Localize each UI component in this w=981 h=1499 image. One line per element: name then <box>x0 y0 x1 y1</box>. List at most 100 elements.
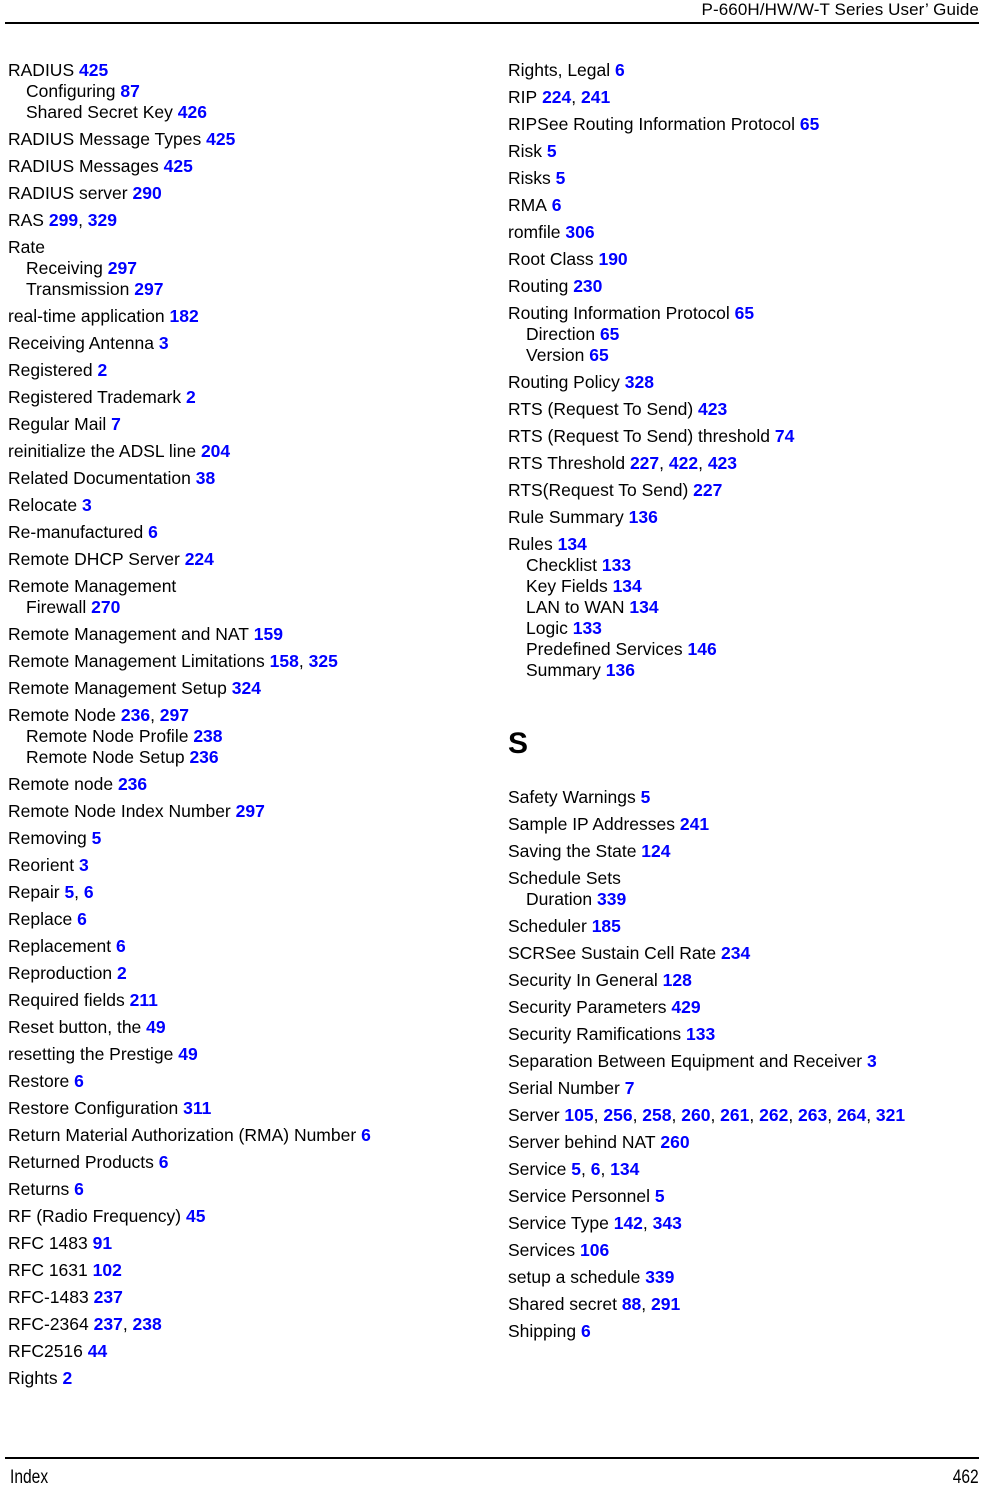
index-entry-page-numbers[interactable]: 133 <box>597 555 631 575</box>
page-number-link[interactable]: 185 <box>592 916 621 936</box>
index-entry-page-numbers[interactable]: 49 <box>173 1044 197 1064</box>
page-number-link[interactable]: 3 <box>82 495 92 515</box>
page-number-link[interactable]: 227 <box>630 453 659 473</box>
page-number-link[interactable]: 425 <box>79 60 108 80</box>
page-number-link[interactable]: 236 <box>189 747 218 767</box>
page-number-link[interactable]: 204 <box>201 441 230 461</box>
page-number-link[interactable]: 158 <box>270 651 299 671</box>
page-number-link[interactable]: 211 <box>130 990 158 1010</box>
page-number-link[interactable]: 264 <box>837 1105 866 1125</box>
index-entry-page-numbers[interactable]: 142, 343 <box>609 1213 682 1233</box>
index-entry-page-numbers[interactable]: 74 <box>770 426 794 446</box>
page-number-link[interactable]: 5 <box>655 1186 665 1206</box>
page-number-link[interactable]: 429 <box>671 997 700 1017</box>
page-number-link[interactable]: 134 <box>610 1159 639 1179</box>
index-entry-page-numbers[interactable]: 87 <box>116 81 139 101</box>
page-number-link[interactable]: 234 <box>721 943 750 963</box>
index-entry-page-numbers[interactable]: 128 <box>658 970 692 990</box>
index-entry-page-numbers[interactable]: 328 <box>620 372 654 392</box>
index-entry-page-numbers[interactable]: 6 <box>356 1125 371 1145</box>
index-entry-page-numbers[interactable]: 6 <box>69 1179 84 1199</box>
page-number-link[interactable]: 6 <box>148 522 158 542</box>
index-entry-page-numbers[interactable]: 91 <box>88 1233 112 1253</box>
index-entry-page-numbers[interactable]: 6 <box>154 1152 169 1172</box>
index-entry-page-numbers[interactable]: 102 <box>88 1260 122 1280</box>
page-number-link[interactable]: 5 <box>641 787 651 807</box>
index-entry-page-numbers[interactable]: 237 <box>89 1287 123 1307</box>
index-entry-page-numbers[interactable]: 3 <box>154 333 169 353</box>
index-entry-page-numbers[interactable]: 237, 238 <box>89 1314 162 1334</box>
index-entry-page-numbers[interactable]: 290 <box>128 183 161 203</box>
page-number-link[interactable]: 256 <box>603 1105 632 1125</box>
index-entry-page-numbers[interactable]: 190 <box>594 249 627 269</box>
index-entry-page-numbers[interactable]: 158, 325 <box>265 651 338 671</box>
page-number-link[interactable]: 311 <box>183 1098 211 1118</box>
index-entry-page-numbers[interactable]: 260 <box>656 1132 689 1152</box>
index-entry-page-numbers[interactable]: 134 <box>553 534 587 554</box>
page-number-link[interactable]: 102 <box>93 1260 122 1280</box>
page-number-link[interactable]: 136 <box>629 507 658 527</box>
page-number-link[interactable]: 236 <box>121 705 150 725</box>
page-number-link[interactable]: 105 <box>564 1105 593 1125</box>
page-number-link[interactable]: 297 <box>134 279 163 299</box>
index-entry-page-numbers[interactable]: 236 <box>113 774 147 794</box>
index-entry-page-numbers[interactable]: 38 <box>191 468 215 488</box>
page-number-link[interactable]: 45 <box>186 1206 205 1226</box>
page-number-link[interactable]: 6 <box>581 1321 591 1341</box>
page-number-link[interactable]: 65 <box>600 324 619 344</box>
index-entry-page-numbers[interactable]: 6 <box>69 1071 84 1091</box>
page-number-link[interactable]: 49 <box>146 1017 165 1037</box>
index-entry-page-numbers[interactable]: 124 <box>636 841 670 861</box>
index-entry-page-numbers[interactable]: 106 <box>575 1240 609 1260</box>
page-number-link[interactable]: 6 <box>552 195 562 215</box>
page-number-link[interactable]: 6 <box>361 1125 371 1145</box>
page-number-link[interactable]: 65 <box>800 114 819 134</box>
page-number-link[interactable]: 5 <box>571 1159 581 1179</box>
page-number-link[interactable]: 291 <box>651 1294 680 1314</box>
index-entry-page-numbers[interactable]: 185 <box>587 916 621 936</box>
page-number-link[interactable]: 7 <box>625 1078 635 1098</box>
index-entry-page-numbers[interactable]: 2 <box>181 387 196 407</box>
page-number-link[interactable]: 224 <box>185 549 214 569</box>
page-number-link[interactable]: 3 <box>79 855 89 875</box>
page-number-link[interactable]: 5 <box>64 882 74 902</box>
page-number-link[interactable]: 87 <box>120 81 139 101</box>
page-number-link[interactable]: 263 <box>798 1105 827 1125</box>
index-entry-page-numbers[interactable]: 227 <box>688 480 722 500</box>
index-entry-page-numbers[interactable]: 2 <box>58 1368 72 1388</box>
index-entry-page-numbers[interactable]: 133 <box>568 618 602 638</box>
index-entry-page-numbers[interactable]: 227, 422, 423 <box>625 453 737 473</box>
page-number-link[interactable]: 133 <box>573 618 602 638</box>
index-entry-page-numbers[interactable]: 45 <box>181 1206 205 1226</box>
page-number-link[interactable]: 3 <box>159 333 169 353</box>
page-number-link[interactable]: 237 <box>94 1287 123 1307</box>
page-number-link[interactable]: 297 <box>160 705 189 725</box>
index-entry-page-numbers[interactable]: 6 <box>610 60 625 80</box>
page-number-link[interactable]: 297 <box>236 801 265 821</box>
index-entry-page-numbers[interactable]: 5 <box>650 1186 665 1206</box>
page-number-link[interactable]: 133 <box>602 555 631 575</box>
index-entry-page-numbers[interactable]: 224, 241 <box>537 87 610 107</box>
page-number-link[interactable]: 133 <box>686 1024 715 1044</box>
page-number-link[interactable]: 6 <box>159 1152 169 1172</box>
page-number-link[interactable]: 425 <box>206 129 235 149</box>
page-number-link[interactable]: 134 <box>613 576 642 596</box>
page-number-link[interactable]: 321 <box>876 1105 905 1125</box>
page-number-link[interactable]: 329 <box>88 210 117 230</box>
index-entry-page-numbers[interactable]: 241 <box>675 814 709 834</box>
index-entry-page-numbers[interactable]: 297 <box>231 801 265 821</box>
page-number-link[interactable]: 224 <box>542 87 571 107</box>
index-entry-page-numbers[interactable]: 306 <box>561 222 594 242</box>
page-number-link[interactable]: 339 <box>597 889 626 909</box>
page-number-link[interactable]: 6 <box>591 1159 601 1179</box>
page-number-link[interactable]: 7 <box>111 414 121 434</box>
index-entry-page-numbers[interactable]: 5 <box>636 787 651 807</box>
page-number-link[interactable]: 237 <box>94 1314 123 1334</box>
index-entry-page-numbers[interactable]: 134 <box>625 597 658 617</box>
page-number-link[interactable]: 2 <box>62 1368 72 1388</box>
page-number-link[interactable]: 5 <box>547 141 557 161</box>
index-entry-page-numbers[interactable]: 134 <box>608 576 642 596</box>
index-entry-page-numbers[interactable]: 236, 297 <box>116 705 189 725</box>
index-entry-page-numbers[interactable]: 238 <box>188 726 222 746</box>
index-entry-page-numbers[interactable]: 230 <box>568 276 602 296</box>
